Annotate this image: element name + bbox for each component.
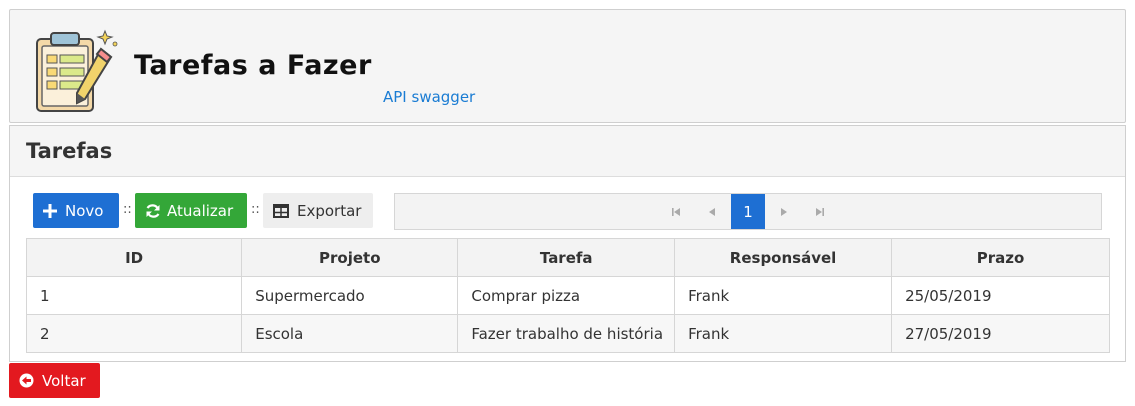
back-label: Voltar	[42, 371, 86, 390]
panel-header: Tarefas	[10, 126, 1125, 177]
tasks-panel: Tarefas Novo :: Atualizar :: Exportar 1 …	[9, 125, 1126, 362]
prev-page-icon[interactable]	[695, 194, 729, 229]
back-button[interactable]: Voltar	[9, 363, 100, 398]
app-header: Tarefas a Fazer API swagger	[9, 9, 1126, 123]
clipboard-pencil-icon	[36, 29, 118, 112]
plus-icon	[43, 203, 57, 218]
last-page-icon[interactable]	[803, 194, 837, 229]
tasks-table: ID Projeto Tarefa Responsável Prazo 1 Su…	[25, 238, 1110, 353]
table-row[interactable]: 2 Escola Fazer trabalho de história Fran…	[25, 314, 1110, 353]
toolbar-separator: ::	[251, 202, 260, 217]
new-task-button[interactable]: Novo	[33, 193, 119, 228]
app-title: Tarefas a Fazer	[134, 50, 372, 81]
refresh-icon	[145, 203, 161, 219]
cell-projeto: Escola	[241, 314, 459, 353]
pagination: 1	[394, 193, 1102, 230]
cell-tarefa: Comprar pizza	[457, 276, 676, 315]
cell-id: 1	[25, 276, 243, 315]
table-row[interactable]: 1 Supermercado Comprar pizza Frank 25/05…	[25, 276, 1110, 315]
table-header-row: ID Projeto Tarefa Responsável Prazo	[25, 238, 1110, 277]
refresh-label: Atualizar	[167, 201, 234, 220]
cell-responsavel: Frank	[674, 276, 893, 315]
first-page-icon[interactable]	[659, 194, 693, 229]
export-button[interactable]: Exportar	[263, 193, 373, 228]
column-header-responsavel[interactable]: Responsável	[674, 238, 893, 277]
panel-title: Tarefas	[26, 139, 113, 163]
api-swagger-link[interactable]: API swagger	[383, 88, 475, 106]
cell-id: 2	[25, 314, 243, 353]
column-header-tarefa[interactable]: Tarefa	[457, 238, 676, 277]
new-task-label: Novo	[65, 201, 104, 220]
cell-prazo: 25/05/2019	[891, 276, 1110, 315]
cell-responsavel: Frank	[674, 314, 893, 353]
next-page-icon[interactable]	[767, 194, 801, 229]
column-header-id[interactable]: ID	[25, 238, 243, 277]
export-label: Exportar	[297, 201, 362, 220]
cell-projeto: Supermercado	[241, 276, 459, 315]
table-icon	[273, 203, 289, 218]
cell-prazo: 27/05/2019	[891, 314, 1110, 353]
cell-tarefa: Fazer trabalho de história	[457, 314, 676, 353]
refresh-button[interactable]: Atualizar	[135, 193, 247, 228]
toolbar-separator: ::	[123, 202, 132, 217]
page-button-current[interactable]: 1	[731, 194, 765, 229]
column-header-projeto[interactable]: Projeto	[241, 238, 459, 277]
column-header-prazo[interactable]: Prazo	[891, 238, 1110, 277]
arrow-circle-left-icon	[19, 373, 34, 388]
